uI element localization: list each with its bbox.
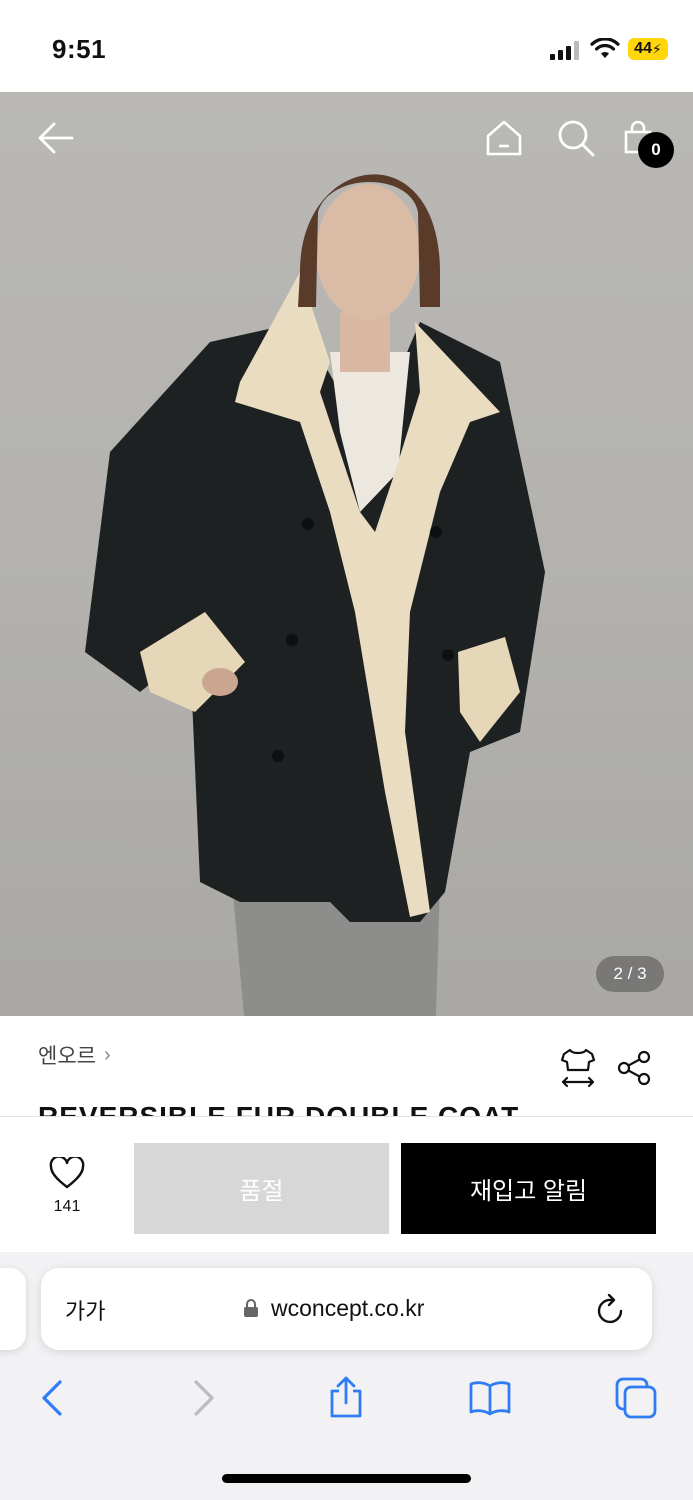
cart-count-badge: 0 xyxy=(638,132,674,168)
restock-alert-button[interactable]: 재입고 알림 xyxy=(401,1143,656,1234)
wifi-icon xyxy=(590,38,620,58)
size-guide-icon[interactable] xyxy=(560,1048,596,1088)
battery-level: 44 xyxy=(634,40,652,57)
address-bar[interactable]: 가가 wconcept.co.kr xyxy=(41,1268,652,1350)
purchase-bar: 141 품절 재입고 알림 xyxy=(0,1116,693,1252)
product-photo xyxy=(85,174,545,1016)
soldout-button[interactable]: 품절 xyxy=(134,1143,389,1234)
tabs-icon[interactable] xyxy=(614,1376,658,1420)
cellular-signal-icon xyxy=(550,40,580,60)
heart-icon xyxy=(49,1155,85,1189)
share-icon[interactable] xyxy=(616,1050,652,1086)
share-sheet-icon[interactable] xyxy=(324,1376,368,1420)
brand-link[interactable]: 엔오르 › xyxy=(38,1040,111,1070)
chevron-right-icon: › xyxy=(103,1043,111,1066)
reload-icon[interactable] xyxy=(595,1292,627,1326)
wish-count: 141 xyxy=(53,1198,81,1215)
previous-tab-preview[interactable] xyxy=(0,1268,26,1350)
browser-back-icon[interactable] xyxy=(32,1376,76,1420)
browser-forward-icon[interactable] xyxy=(180,1376,224,1420)
back-arrow-icon[interactable] xyxy=(36,118,76,158)
status-time: 9:51 xyxy=(52,34,107,64)
product-image-gallery[interactable]: 0 2 / 3 xyxy=(0,92,693,1016)
brand-name: 엔오르 xyxy=(38,1045,96,1068)
wishlist-button[interactable]: 141 xyxy=(40,1155,94,1216)
url-text: wconcept.co.kr xyxy=(271,1295,425,1321)
gallery-page-indicator: 2 / 3 xyxy=(596,956,664,992)
battery-indicator: 44 ⚡ xyxy=(628,38,668,60)
status-bar: 9:51 44 ⚡ xyxy=(0,0,693,92)
lock-icon xyxy=(244,1299,258,1317)
text-size-button[interactable]: 가가 xyxy=(65,1294,105,1326)
home-indicator xyxy=(222,1474,471,1483)
home-icon[interactable] xyxy=(484,118,524,158)
bookmarks-icon[interactable] xyxy=(468,1376,512,1420)
browser-chrome: 가가 wconcept.co.kr xyxy=(0,1252,693,1500)
search-icon[interactable] xyxy=(556,118,596,158)
